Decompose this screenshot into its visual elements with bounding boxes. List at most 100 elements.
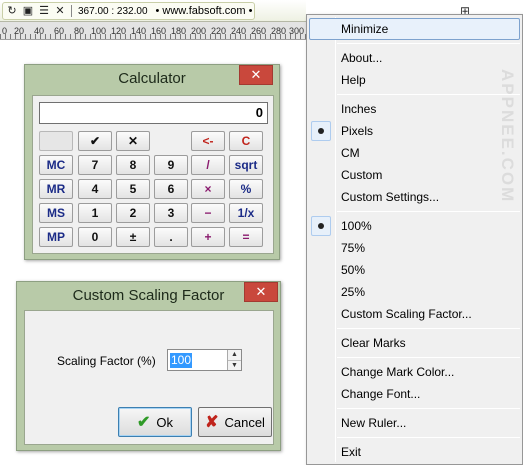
calc-key-1[interactable]: 1 xyxy=(78,203,112,223)
scaling-factor-stepper[interactable]: ▲ ▼ xyxy=(227,350,241,370)
menu-item-label: Custom xyxy=(341,168,383,182)
watermark-text: APPNEE.COM xyxy=(498,69,517,204)
menu-item-new-ruler[interactable]: New Ruler... xyxy=(309,412,520,434)
ruler-title-bar[interactable]: ↻ ▣ ☰ ✕ 367.00 : 232.00 • www.fabsoft.co… xyxy=(0,0,306,22)
calc-key-clear[interactable]: C xyxy=(229,131,263,151)
menu-item-help[interactable]: Help xyxy=(309,69,520,91)
calc-key-equals[interactable]: = xyxy=(229,227,263,247)
menu-item-label: Exit xyxy=(341,445,362,459)
menu-item-pixels[interactable]: Pixels xyxy=(309,120,520,142)
coordinates-readout: 367.00 : 232.00 xyxy=(78,5,148,17)
cancel-button[interactable]: ✘ Cancel xyxy=(198,407,272,437)
calculator-window: Calculator ✕ 0 ✔ ✕ <- C MC 7 8 9 / sqrt … xyxy=(24,64,280,260)
menu-item-clear-marks[interactable]: Clear Marks xyxy=(309,332,520,354)
calc-key-mp[interactable]: MP xyxy=(39,227,73,247)
menu-item-label: 100% xyxy=(341,219,372,233)
menu-item-100-percent[interactable]: 100% xyxy=(309,215,520,237)
calculator-close-button[interactable]: ✕ xyxy=(239,65,273,85)
ok-button[interactable]: ✔ Ok xyxy=(118,407,192,437)
calc-key-3[interactable]: 3 xyxy=(154,203,188,223)
ok-button-label: Ok xyxy=(156,414,174,430)
menu-item-custom-scaling-factor[interactable]: Custom Scaling Factor... xyxy=(309,303,520,325)
menu-separator xyxy=(337,328,520,329)
ruler-scale[interactable]: 0 20 40 60 80 100 120 140 160 180 200 22… xyxy=(0,22,306,40)
menu-separator xyxy=(337,43,520,44)
scaling-factor-value[interactable]: 100 xyxy=(170,353,193,368)
menu-icon[interactable]: ☰ xyxy=(37,4,51,18)
close-icon[interactable]: ✕ xyxy=(53,4,67,18)
calc-key-blank xyxy=(39,131,73,151)
calc-key-7[interactable]: 7 xyxy=(78,155,112,175)
calc-key-cancel[interactable]: ✕ xyxy=(116,131,150,151)
spin-up-icon[interactable]: ▲ xyxy=(228,350,241,360)
menu-item-label: New Ruler... xyxy=(341,416,407,430)
toolbar-divider xyxy=(71,5,72,17)
calc-key-decimal[interactable]: . xyxy=(154,227,188,247)
menu-separator xyxy=(337,357,520,358)
menu-item-label: Pixels xyxy=(341,124,374,138)
menu-item-label: 50% xyxy=(341,263,366,277)
calc-key-confirm[interactable]: ✔ xyxy=(78,131,112,151)
ruler-ticks xyxy=(0,34,306,39)
menu-item-75-percent[interactable]: 75% xyxy=(309,237,520,259)
menu-item-cm[interactable]: CM xyxy=(309,142,520,164)
menu-item-label: Change Font... xyxy=(341,387,421,401)
calc-key-4[interactable]: 4 xyxy=(78,179,112,199)
checkmark-icon: ✔ xyxy=(136,414,151,431)
scaling-factor-input[interactable]: 100 ▲ ▼ xyxy=(167,349,242,371)
menu-separator xyxy=(337,408,520,409)
save-icon[interactable]: ▣ xyxy=(21,4,35,18)
calc-key-mc[interactable]: MC xyxy=(39,155,73,175)
calc-key-percent[interactable]: % xyxy=(229,179,263,199)
calc-key-sqrt[interactable]: sqrt xyxy=(229,155,263,175)
context-menu: Minimize About... Help Inches Pixels CM … xyxy=(306,14,523,465)
calc-key-multiply[interactable]: × xyxy=(191,179,225,199)
menu-item-label: 75% xyxy=(341,241,366,255)
menu-item-custom[interactable]: Custom xyxy=(309,164,520,186)
menu-item-change-font[interactable]: Change Font... xyxy=(309,383,520,405)
menu-item-label: Custom Scaling Factor... xyxy=(341,307,472,321)
menu-item-label: CM xyxy=(341,146,360,160)
menu-item-custom-settings[interactable]: Custom Settings... xyxy=(309,186,520,208)
calc-key-8[interactable]: 8 xyxy=(116,155,150,175)
dialog-close-button[interactable]: ✕ xyxy=(244,282,278,302)
calc-key-0[interactable]: 0 xyxy=(78,227,112,247)
menu-item-25-percent[interactable]: 25% xyxy=(309,281,520,303)
menu-item-change-mark-color[interactable]: Change Mark Color... xyxy=(309,361,520,383)
calc-key-divide[interactable]: / xyxy=(191,155,225,175)
calc-key-sign[interactable]: ± xyxy=(116,227,150,247)
calculator-keypad: ✔ ✕ <- C MC 7 8 9 / sqrt MR 4 5 6 × % MS… xyxy=(39,131,271,251)
calc-key-subtract[interactable]: − xyxy=(191,203,225,223)
calc-key-mr[interactable]: MR xyxy=(39,179,73,199)
ruler-toolbar: ↻ ▣ ☰ ✕ 367.00 : 232.00 • www.fabsoft.co… xyxy=(2,2,255,20)
calc-key-add[interactable]: + xyxy=(191,227,225,247)
scaling-factor-dialog: Custom Scaling Factor ✕ Scaling Factor (… xyxy=(16,281,281,451)
menu-separator xyxy=(337,437,520,438)
scaling-factor-label: Scaling Factor (%) xyxy=(57,354,156,368)
menu-item-exit[interactable]: Exit xyxy=(309,441,520,463)
rotate-icon[interactable]: ↻ xyxy=(5,4,19,18)
calc-key-backspace[interactable]: <- xyxy=(191,131,225,151)
calc-key-6[interactable]: 6 xyxy=(154,179,188,199)
menu-item-inches[interactable]: Inches xyxy=(309,98,520,120)
menu-item-minimize[interactable]: Minimize xyxy=(309,18,520,40)
dialog-title: Custom Scaling Factor xyxy=(72,287,225,304)
calc-key-2[interactable]: 2 xyxy=(116,203,150,223)
menu-item-label: 25% xyxy=(341,285,366,299)
cancel-button-label: Cancel xyxy=(224,414,265,430)
menu-item-50-percent[interactable]: 50% xyxy=(309,259,520,281)
calc-key-9[interactable]: 9 xyxy=(154,155,188,175)
website-label[interactable]: • www.fabsoft.com • xyxy=(156,5,253,17)
menu-item-about[interactable]: About... xyxy=(309,47,520,69)
spin-down-icon[interactable]: ▼ xyxy=(228,359,241,370)
calc-key-reciprocal[interactable]: 1/x xyxy=(229,203,263,223)
menu-item-label: Minimize xyxy=(341,22,389,36)
menu-item-label: About... xyxy=(341,51,383,65)
menu-item-label: Clear Marks xyxy=(341,336,406,350)
calc-key-ms[interactable]: MS xyxy=(39,203,73,223)
menu-item-label: Inches xyxy=(341,102,377,116)
dialog-body: Scaling Factor (%) 100 ▲ ▼ ✔ Ok ✘ Cancel xyxy=(24,310,274,445)
menu-item-label: Custom Settings... xyxy=(341,190,440,204)
calc-key-5[interactable]: 5 xyxy=(116,179,150,199)
menu-item-label: Help xyxy=(341,73,366,87)
